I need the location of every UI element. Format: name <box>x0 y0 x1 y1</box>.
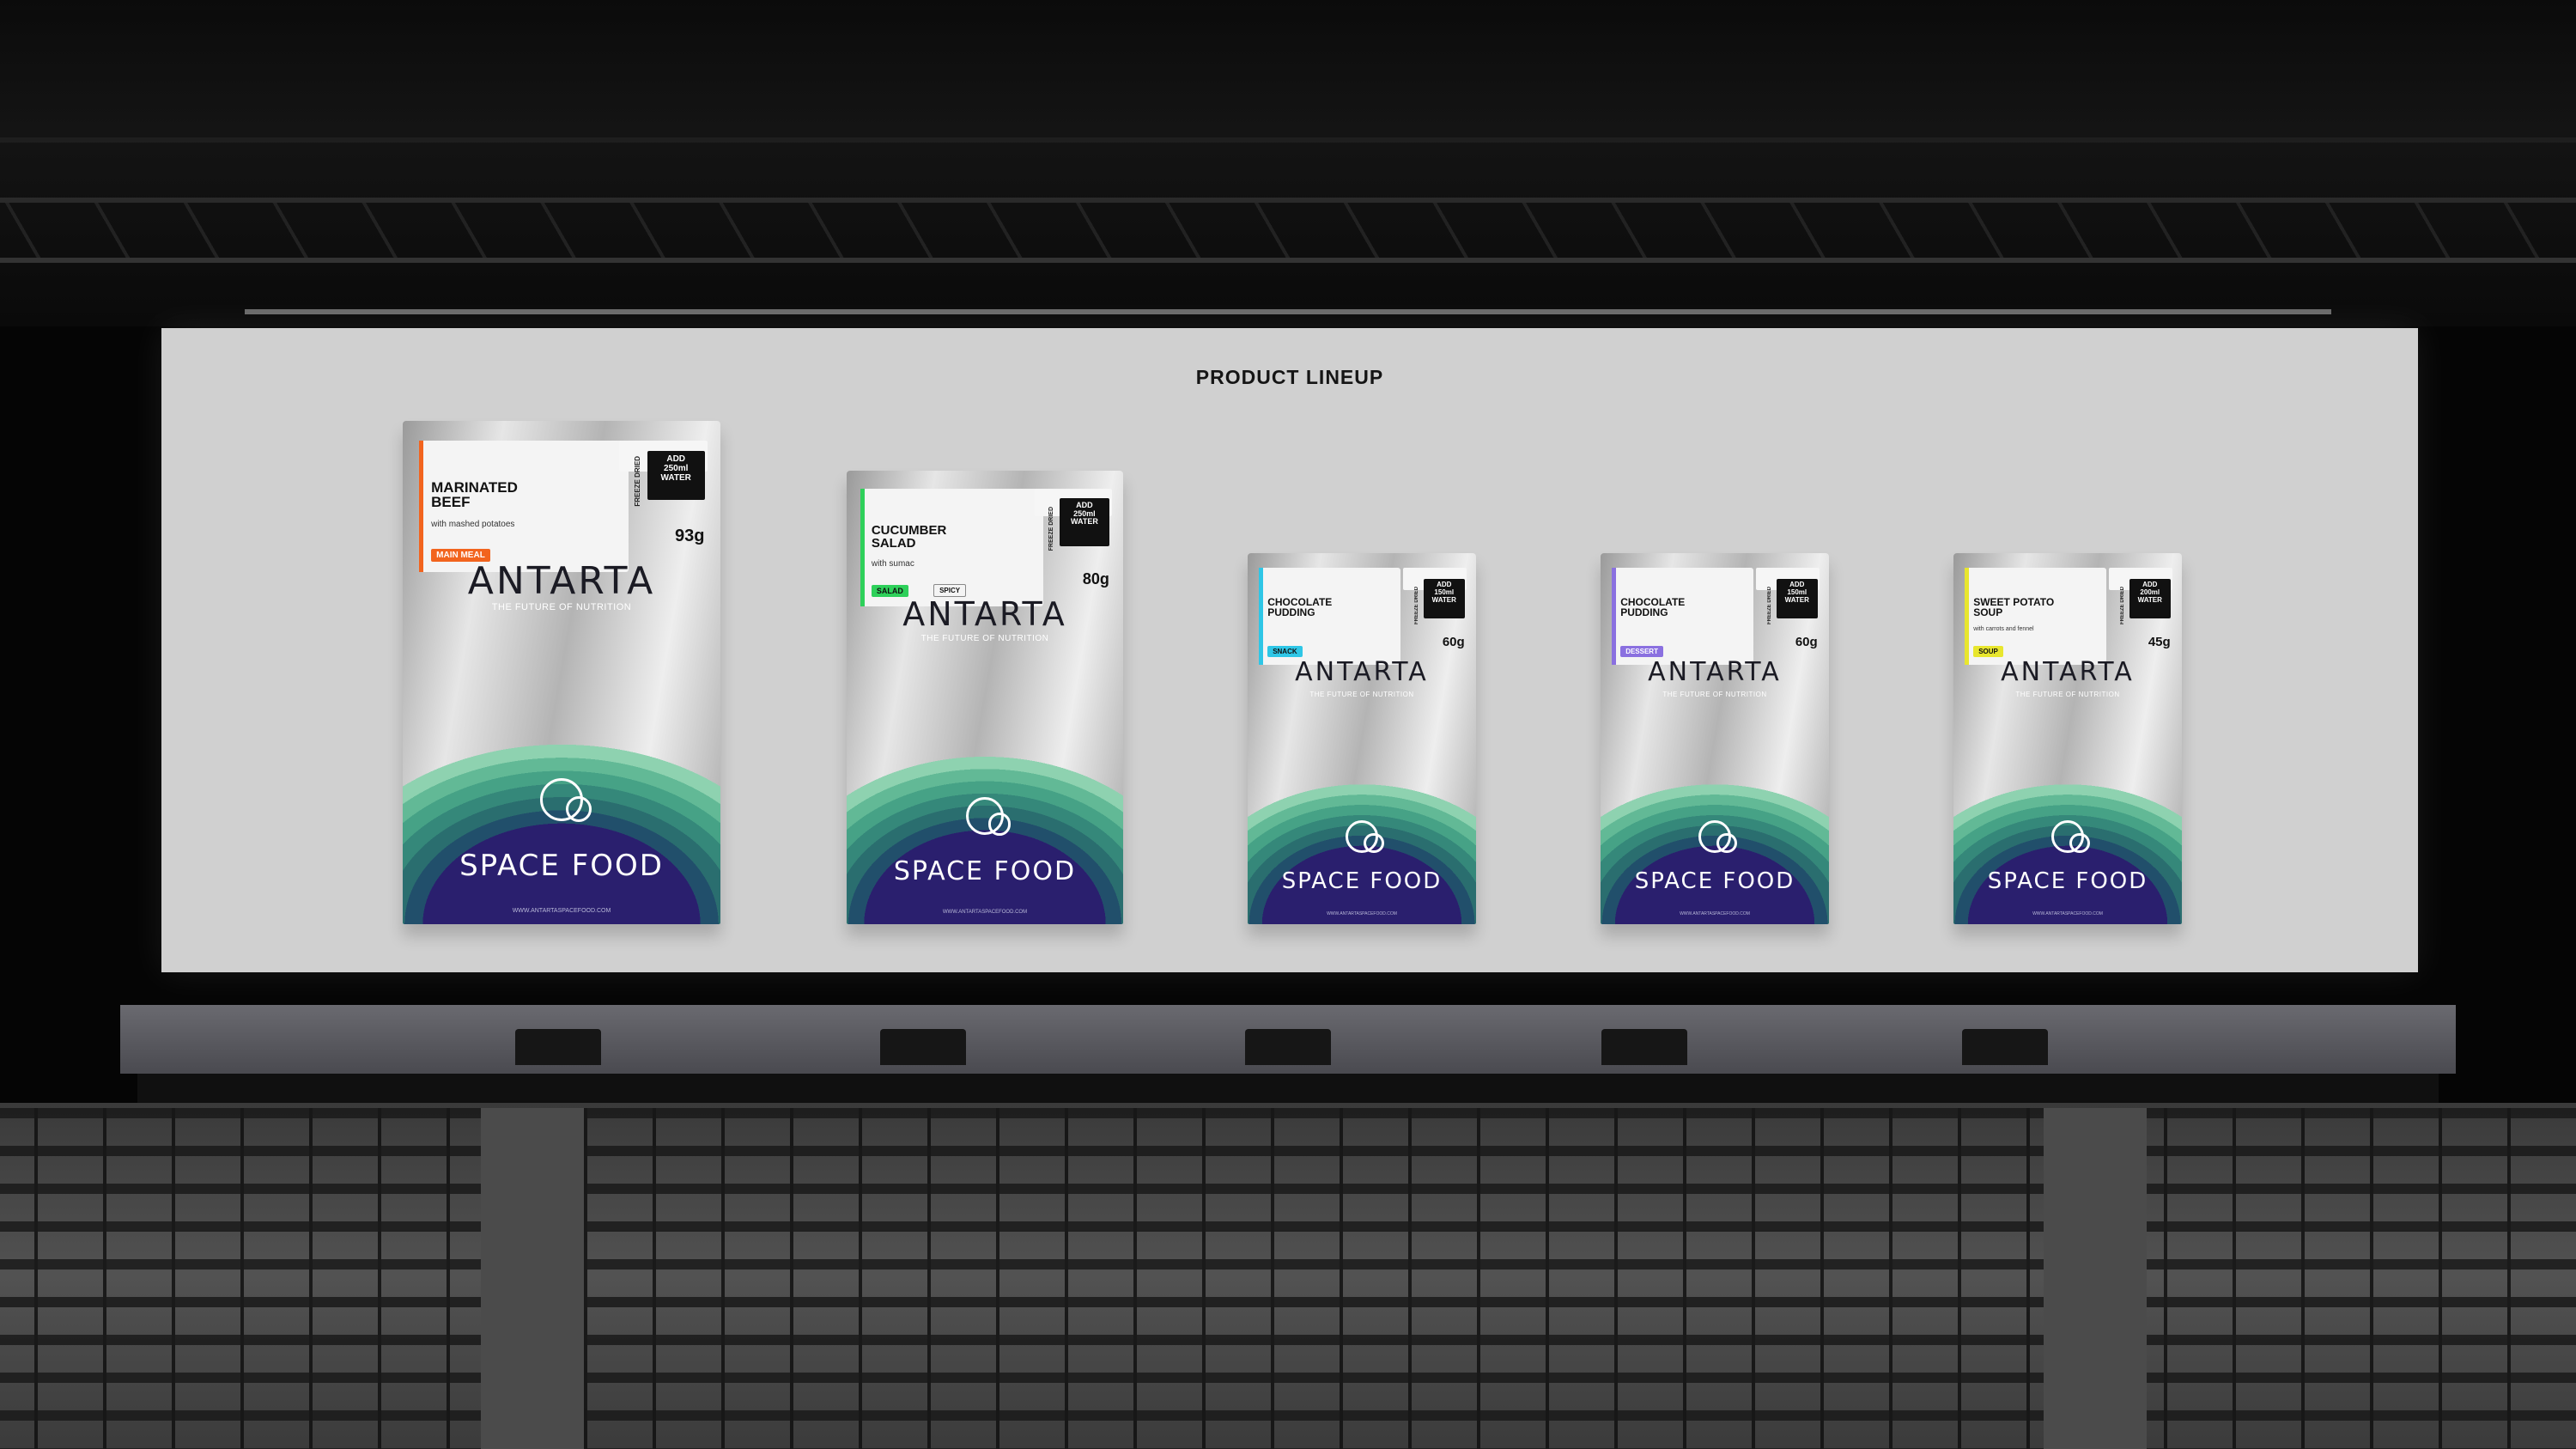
product-subtitle: with sumac <box>871 559 914 569</box>
product-subtitle: with carrots and fennel <box>1973 625 2034 632</box>
product-name-line-1: CUCUMBER <box>871 523 947 539</box>
product-brand: ANTARTA <box>1648 656 1782 687</box>
product-url: WWW.ANTARTASPACEFOOD.COM <box>1327 911 1397 917</box>
water-line-3: WATER <box>1784 595 1809 604</box>
product-pouch-1: MARINATED BEEF with mashed potatoes MAIN… <box>403 421 720 924</box>
product-tagline: THE FUTURE OF NUTRITION <box>2015 690 2120 698</box>
product-pouch-3: CHOCOLATE PUDDING SNACK FREEZE DRIED ADD… <box>1248 553 1476 924</box>
product-line-name: SPACE FOOD <box>1987 868 2148 895</box>
product-brand: ANTARTA <box>467 559 656 604</box>
product-name-line-2: BEEF <box>431 494 471 511</box>
product-name: CHOCOLATE PUDDING <box>1620 597 1751 618</box>
water-instruction: ADD 200ml WATER <box>2129 579 2171 619</box>
product-subtitle: with mashed potatoes <box>431 519 515 529</box>
product-tag: SOUP <box>1973 645 2003 657</box>
stage-light-bar <box>245 309 2331 314</box>
water-line-3: WATER <box>1071 517 1098 527</box>
freeze-dried-label: FREEZE DRIED <box>1766 586 1772 624</box>
pouch-label: CUCUMBER SALAD with sumac SALAD SPICY <box>860 489 1043 607</box>
product-weight: 93g <box>675 527 705 546</box>
product-url: WWW.ANTARTASPACEFOOD.COM <box>1680 911 1750 917</box>
product-weight: 60g <box>1795 635 1818 650</box>
water-line-3: WATER <box>1431 595 1456 604</box>
product-name-line-2: SALAD <box>871 536 916 551</box>
product-name: CUCUMBER SALAD <box>872 524 1040 550</box>
screen-title: PRODUCT LINEUP <box>1195 366 1384 388</box>
product-pouch-4: CHOCOLATE PUDDING DESSERT FREEZE DRIED A… <box>1601 553 1829 924</box>
stage-monitor-speaker <box>515 1029 601 1065</box>
pouch-label: SWEET POTATO SOUP with carrots and fenne… <box>1965 568 2107 665</box>
product-name: CHOCOLATE PUDDING <box>1267 597 1398 618</box>
pouch-label-accent <box>860 489 866 607</box>
product-name-line-1: MARINATED <box>431 479 518 496</box>
water-line-3: WATER <box>660 473 691 484</box>
product-weight: 45g <box>2148 635 2171 650</box>
pouch-label-accent <box>1612 568 1617 665</box>
stage-front-edge <box>137 1074 2439 1103</box>
pouch-label-accent <box>418 441 423 572</box>
water-instruction: ADD 250ml WATER <box>647 451 705 500</box>
product-tagline: THE FUTURE OF NUTRITION <box>1662 690 1767 698</box>
ceiling-truss <box>0 137 2576 143</box>
freeze-dried-label: FREEZE DRIED <box>633 456 641 507</box>
presentation-screen: PRODUCT LINEUP MARINATED BEEF with mashe… <box>161 328 2418 972</box>
product-tagline: THE FUTURE OF NUTRITION <box>491 601 632 612</box>
product-tagline: THE FUTURE OF NUTRITION <box>920 634 1049 644</box>
product-tag: DESSERT <box>1620 645 1663 657</box>
pouch-label: CHOCOLATE PUDDING DESSERT <box>1612 568 1754 665</box>
stage-monitor-speaker <box>1245 1029 1331 1065</box>
pouch-label-accent <box>1259 568 1264 665</box>
product-name-line-2: PUDDING <box>1620 606 1668 618</box>
product-pouch-5: SWEET POTATO SOUP with carrots and fenne… <box>1953 553 2182 924</box>
ceiling-truss <box>0 258 2576 263</box>
pouch-label: CHOCOLATE PUDDING SNACK <box>1259 568 1401 665</box>
product-pouch-2: CUCUMBER SALAD with sumac SALAD SPICY FR… <box>847 471 1123 924</box>
freeze-dried-label: FREEZE DRIED <box>2119 586 2125 624</box>
planet-logo-icon <box>1698 820 1737 854</box>
product-tagline: THE FUTURE OF NUTRITION <box>1309 690 1414 698</box>
product-name-line-2: SOUP <box>1973 606 2003 618</box>
product-tag: SNACK <box>1267 645 1303 657</box>
product-weight: 80g <box>1082 570 1109 588</box>
product-line-name: SPACE FOOD <box>1281 868 1443 895</box>
planet-logo-icon <box>1346 820 1384 854</box>
product-line-name: SPACE FOOD <box>893 855 1077 886</box>
pouch-label: MARINATED BEEF with mashed potatoes MAIN… <box>418 441 629 572</box>
pouch-label-accent <box>1965 568 1970 665</box>
stage-monitor-speaker <box>1962 1029 2048 1065</box>
water-instruction: ADD 150ml WATER <box>1423 579 1465 619</box>
water-line-2: 250ml <box>664 464 689 474</box>
product-name: SWEET POTATO SOUP <box>1973 597 2104 618</box>
water-instruction: ADD 150ml WATER <box>1776 579 1818 619</box>
stage-monitor-speaker <box>880 1029 966 1065</box>
audience-chairs <box>0 1108 2576 1449</box>
product-brand: ANTARTA <box>2001 656 2135 687</box>
planet-logo-icon <box>2051 820 2090 854</box>
freeze-dried-label: FREEZE DRIED <box>1048 507 1054 551</box>
product-name: MARINATED BEEF <box>431 480 624 509</box>
freeze-dried-label: FREEZE DRIED <box>1413 586 1419 624</box>
planet-logo-icon <box>966 797 1012 836</box>
product-url: WWW.ANTARTASPACEFOOD.COM <box>2032 911 2103 917</box>
planet-logo-icon <box>540 778 592 823</box>
product-weight: 60g <box>1442 635 1465 650</box>
water-instruction: ADD 250ml WATER <box>1059 497 1109 547</box>
left-aisle <box>481 1108 584 1449</box>
water-line-1: ADD <box>666 454 686 465</box>
product-url: WWW.ANTARTASPACEFOOD.COM <box>942 910 1028 916</box>
ceiling-truss-lattice <box>0 198 2576 263</box>
product-brand: ANTARTA <box>902 595 1067 634</box>
product-url: WWW.ANTARTASPACEFOOD.COM <box>512 908 611 915</box>
water-line-3: WATER <box>2137 595 2162 604</box>
product-line-name: SPACE FOOD <box>459 849 664 884</box>
product-brand: ANTARTA <box>1295 656 1429 687</box>
product-line-name: SPACE FOOD <box>1634 868 1795 895</box>
stage-monitor-speaker <box>1601 1029 1687 1065</box>
product-name-line-2: PUDDING <box>1267 606 1315 618</box>
ceiling <box>0 0 2576 326</box>
right-aisle <box>2044 1108 2147 1449</box>
